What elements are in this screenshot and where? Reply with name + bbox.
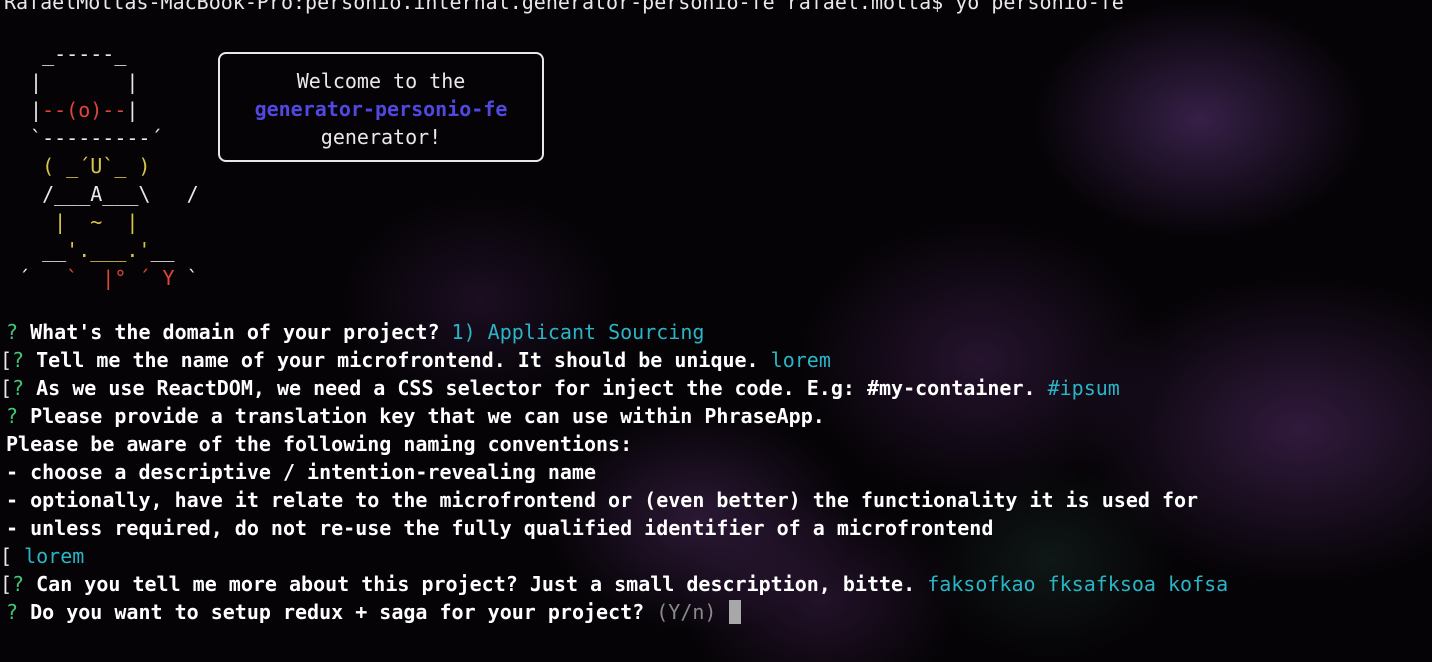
answer-text: lorem — [24, 544, 85, 568]
question-text: What's the domain of your project? — [30, 320, 440, 344]
question-mark-icon: ? — [6, 320, 19, 344]
art-line-4: `---------´ — [18, 126, 163, 150]
question-mark-icon: ? — [12, 348, 25, 372]
art-line-8-right: __ — [150, 238, 175, 262]
art-line-2: | | — [18, 70, 139, 94]
art-line-8-left: __ — [18, 238, 67, 262]
yeoman-base: '.___.' — [66, 238, 151, 262]
bracket-glyph: [ — [0, 376, 13, 400]
welcome-line-3: generator! — [320, 125, 442, 149]
shell-command-line: RafaelMottas-MacBook-Pro:personio.intern… — [4, 0, 1124, 14]
art-line-7-left — [18, 210, 54, 234]
question-mark-icon: ? — [12, 376, 25, 400]
art-line-3-right: | — [126, 98, 139, 122]
generator-name: generator-personio-fe — [254, 97, 508, 121]
art-line-9-a: ´ — [18, 266, 67, 290]
question-text: Please provide a translation key that we… — [30, 404, 825, 428]
art-line-9-c: |° — [102, 266, 139, 290]
answer-text: faksofkao fksafksoa kofsa — [927, 572, 1229, 596]
art-line-9-d: ´ Y — [138, 266, 187, 290]
bracket-glyph: [ — [0, 348, 13, 372]
question-mark-icon: ? — [6, 404, 19, 428]
bracket-glyph: [ — [0, 572, 13, 596]
question-translation-key: ? Please provide a translation key that … — [6, 402, 825, 430]
default-hint: (Y/n) — [656, 600, 717, 624]
convention-item: - unless required, do not re-use the ful… — [6, 516, 994, 540]
art-line-5-left — [18, 154, 42, 178]
art-line-1: _-----_ — [18, 42, 127, 66]
terminal-window[interactable]: RafaelMottas-MacBook-Pro:personio.intern… — [0, 0, 1432, 662]
yeoman-eye: --(o)-- — [42, 98, 127, 122]
art-line-3-left: | — [18, 98, 43, 122]
yeoman-body: | ~ | — [54, 210, 139, 234]
answer-text: 1) Applicant Sourcing — [451, 320, 705, 344]
question-text: Tell me the name of your microfrontend. … — [36, 348, 759, 372]
question-css-selector: [? As we use ReactDOM, we need a CSS sel… — [0, 374, 1120, 402]
question-mark-icon: ? — [6, 600, 19, 624]
question-name: [? Tell me the name of your microfronten… — [0, 346, 831, 374]
welcome-box: Welcome to the generator-personio-fe gen… — [218, 52, 544, 162]
yeoman-ascii-art: _-----_ | | |--(o)--| `---------´ ( _´U`… — [18, 40, 199, 292]
yeoman-face: ( _´U`_ ) — [42, 154, 151, 178]
bracket-glyph: [ — [0, 544, 13, 568]
art-line-6: /___A___\ / — [18, 182, 199, 206]
question-text: As we use ReactDOM, we need a CSS select… — [36, 376, 1036, 400]
art-line-9-e: ` — [186, 266, 199, 290]
convention-item: - optionally, have it relate to the micr… — [6, 488, 1199, 512]
question-text: Can you tell me more about this project?… — [36, 572, 916, 596]
question-description: [? Can you tell me more about this proje… — [0, 570, 1228, 598]
question-mark-icon: ? — [12, 572, 25, 596]
art-line-9-b: ` — [66, 266, 103, 290]
convention-item: - choose a descriptive / intention-revea… — [6, 460, 597, 484]
welcome-line-1: Welcome to the — [296, 69, 466, 93]
question-text: Do you want to setup redux + saga for yo… — [30, 600, 645, 624]
text-cursor[interactable] — [728, 600, 741, 624]
translation-key-answer: [ lorem — [0, 542, 84, 570]
answer-text: lorem — [770, 348, 831, 372]
conventions-intro: Please be aware of the following naming … — [6, 432, 633, 456]
answer-text: #ipsum — [1047, 376, 1120, 400]
question-domain: ? What's the domain of your project? 1) … — [6, 318, 704, 346]
question-redux-saga[interactable]: ? Do you want to setup redux + saga for … — [6, 598, 741, 626]
